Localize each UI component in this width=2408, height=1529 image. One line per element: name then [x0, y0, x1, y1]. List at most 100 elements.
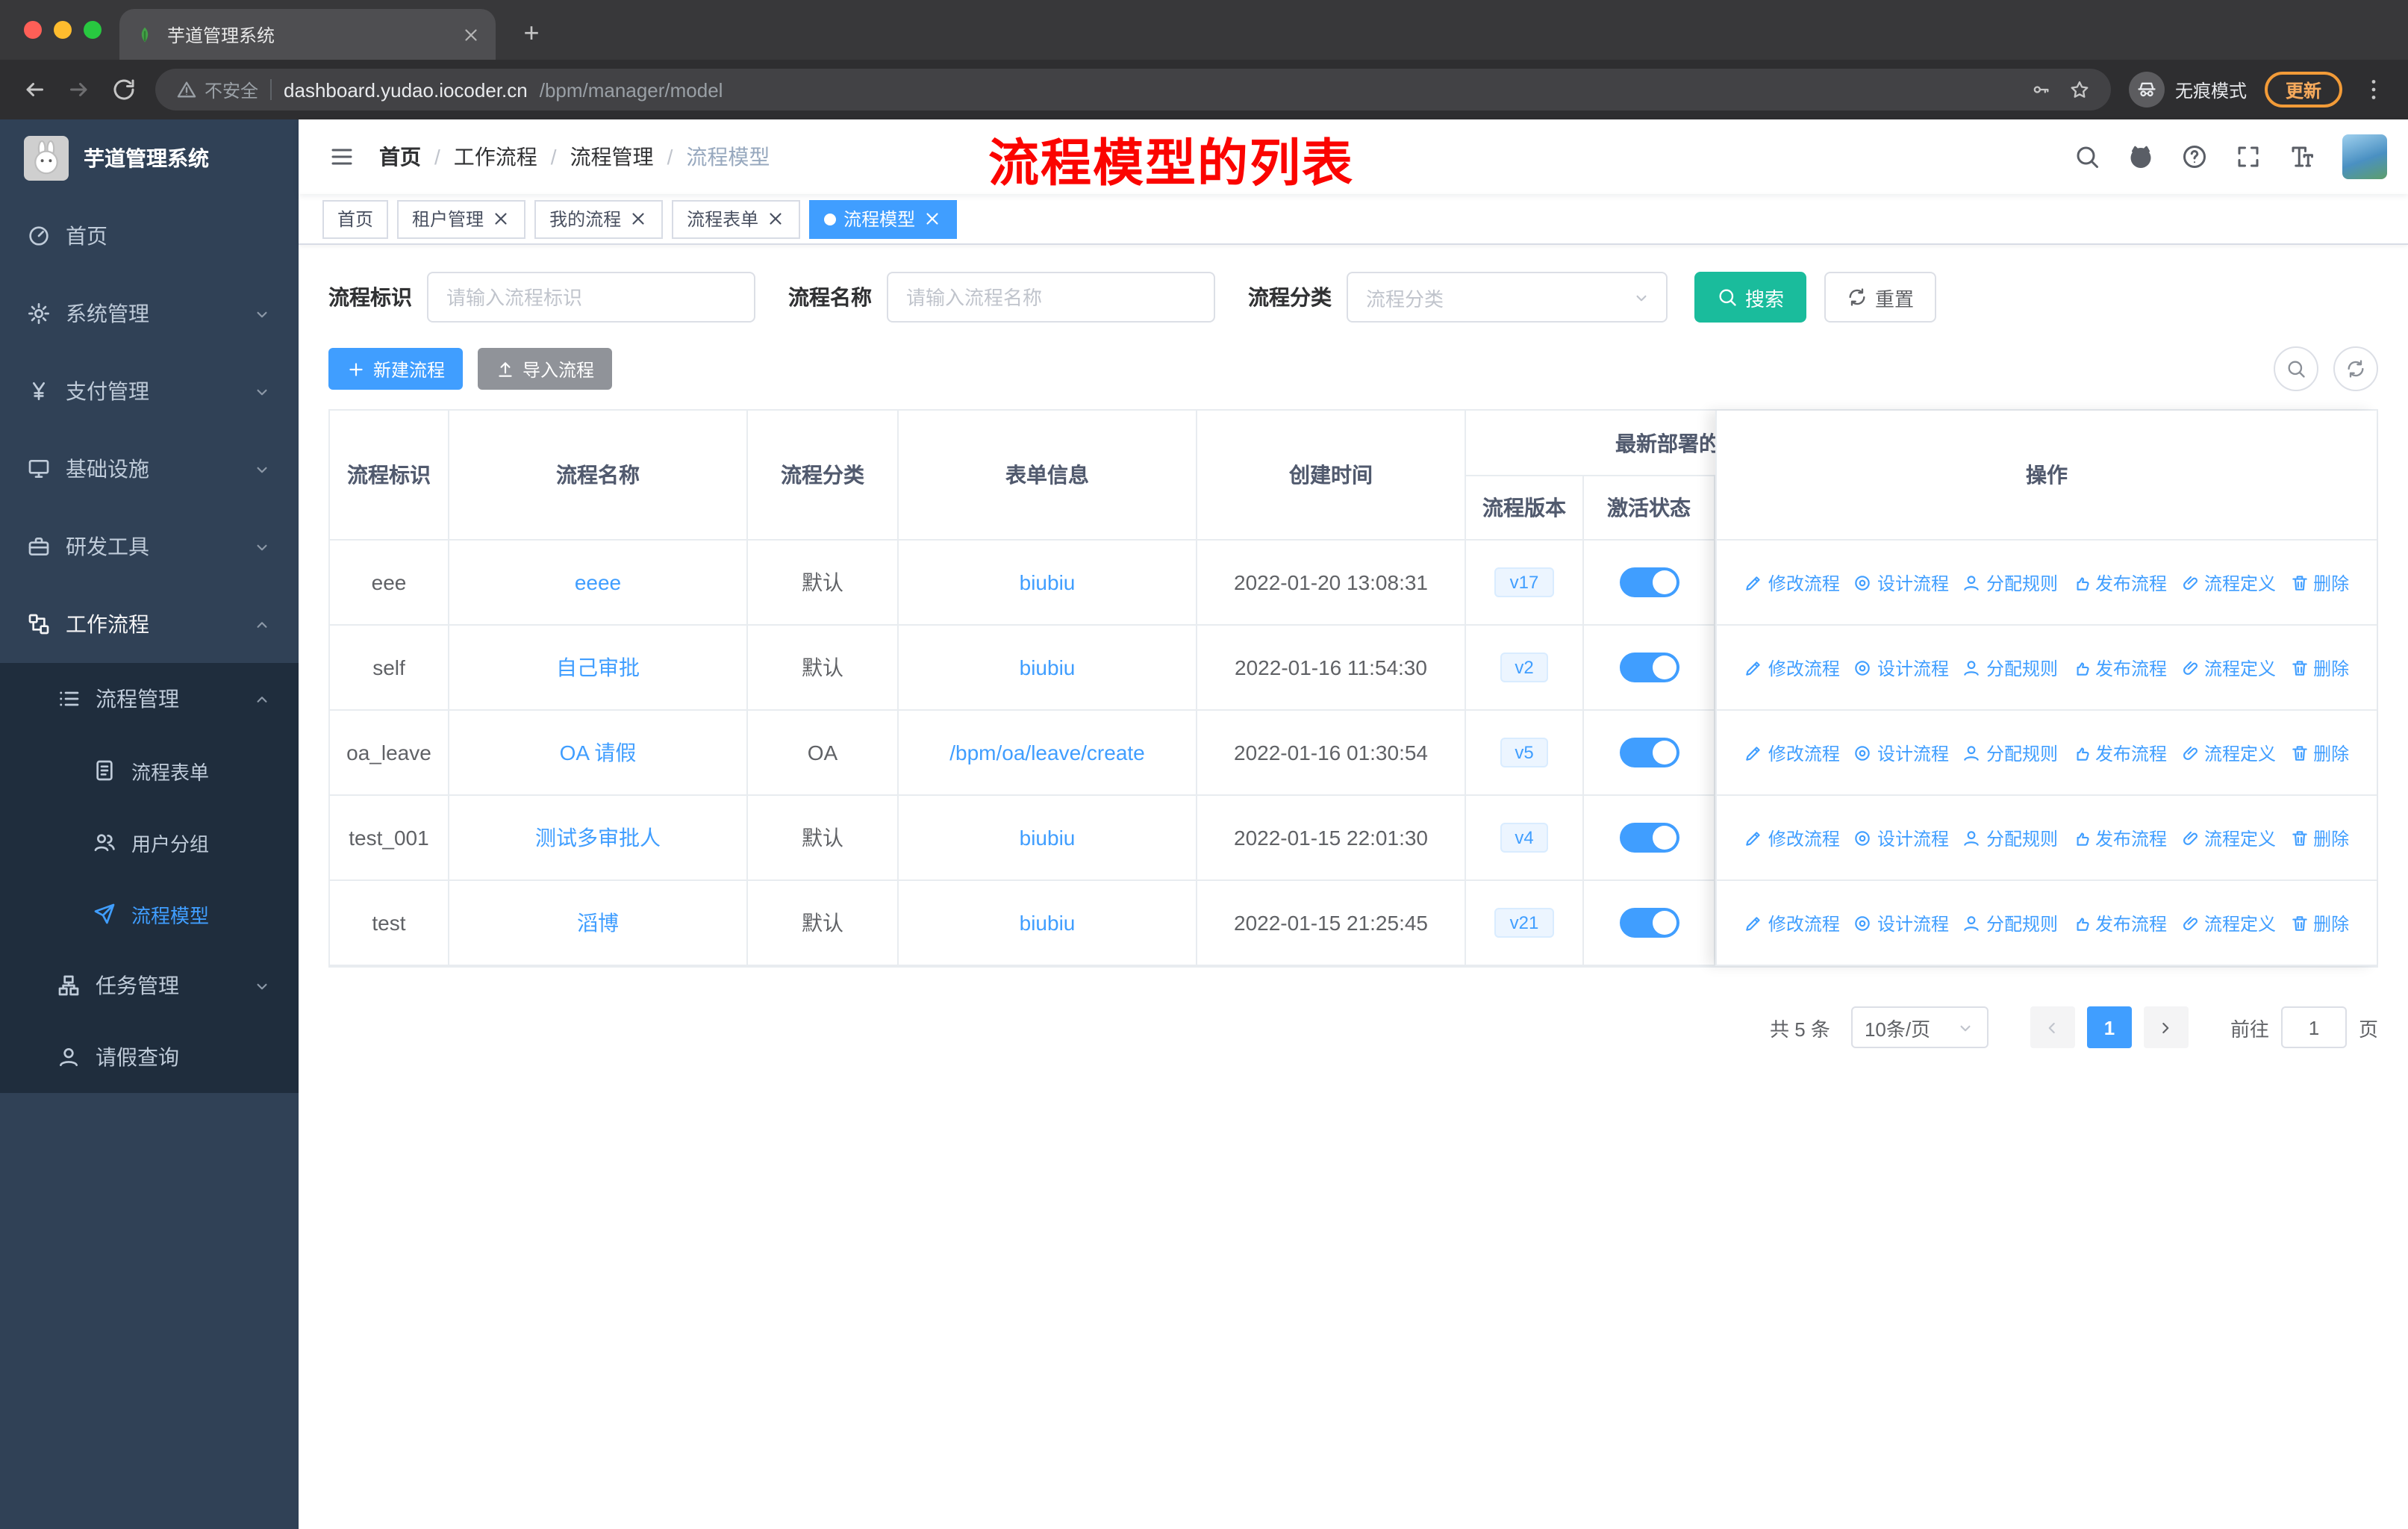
minimize-window-button[interactable] [54, 21, 72, 39]
help-icon[interactable] [2181, 143, 2208, 170]
sidebar-item-infra[interactable]: 基础设施 [0, 430, 299, 508]
op-definition-link[interactable]: 流程定义 [2180, 655, 2276, 680]
op-delete-link[interactable]: 删除 [2289, 570, 2349, 595]
cell-form-info[interactable]: biubiu [899, 796, 1197, 881]
cell-process-name[interactable]: eeee [449, 541, 748, 626]
cell-form-info[interactable]: biubiu [899, 541, 1197, 626]
tag-process-model[interactable]: 流程模型 [809, 199, 958, 238]
search-icon[interactable] [2074, 143, 2100, 170]
fullscreen-icon[interactable] [2235, 143, 2262, 170]
url-bar[interactable]: 不安全 dashboard.yudao.iocoder.cn/bpm/manag… [155, 69, 2111, 110]
op-edit-link[interactable]: 修改流程 [1744, 740, 1840, 765]
zoom-window-button[interactable] [84, 21, 102, 39]
reload-button[interactable] [110, 76, 137, 103]
op-design-link[interactable]: 设计流程 [1853, 740, 1949, 765]
sidebar-item-user-group[interactable]: 用户分组 [0, 806, 299, 878]
tag-home[interactable]: 首页 [322, 199, 389, 238]
op-publish-link[interactable]: 发布流程 [2071, 570, 2167, 595]
active-toggle[interactable] [1619, 653, 1679, 682]
op-design-link[interactable]: 设计流程 [1853, 825, 1949, 850]
tag-process-form[interactable]: 流程表单 [672, 199, 801, 238]
next-page-button[interactable] [2143, 1006, 2189, 1048]
sidebar-item-system[interactable]: 系统管理 [0, 275, 299, 352]
key-icon[interactable] [2030, 79, 2051, 100]
browser-tab[interactable]: 芋道管理系统 [119, 9, 496, 60]
op-delete-link[interactable]: 删除 [2289, 740, 2349, 765]
category-select[interactable]: 流程分类 [1347, 272, 1668, 323]
op-assign-link[interactable]: 分配规则 [1962, 740, 2058, 765]
bookmark-star-icon[interactable] [2069, 79, 2090, 100]
op-edit-link[interactable]: 修改流程 [1744, 655, 1840, 680]
cell-form-info[interactable]: biubiu [899, 881, 1197, 966]
op-assign-link[interactable]: 分配规则 [1962, 910, 2058, 935]
op-delete-link[interactable]: 删除 [2289, 655, 2349, 680]
op-publish-link[interactable]: 发布流程 [2071, 655, 2167, 680]
process-id-input[interactable] [427, 272, 755, 323]
prev-page-button[interactable] [2030, 1006, 2075, 1048]
op-delete-link[interactable]: 删除 [2289, 825, 2349, 850]
cell-process-name[interactable]: OA 请假 [449, 711, 748, 796]
active-toggle[interactable] [1619, 908, 1679, 938]
op-design-link[interactable]: 设计流程 [1853, 570, 1949, 595]
op-publish-link[interactable]: 发布流程 [2071, 910, 2167, 935]
op-assign-link[interactable]: 分配规则 [1962, 570, 2058, 595]
op-design-link[interactable]: 设计流程 [1853, 655, 1949, 680]
sidebar-item-task-mgmt[interactable]: 任务管理 [0, 950, 299, 1021]
op-publish-link[interactable]: 发布流程 [2071, 825, 2167, 850]
op-edit-link[interactable]: 修改流程 [1744, 570, 1840, 595]
sidebar-item-process-model[interactable]: 流程模型 [0, 878, 299, 950]
sidebar-item-devtools[interactable]: 研发工具 [0, 508, 299, 585]
sidebar-item-process-form[interactable]: 流程表单 [0, 735, 299, 806]
tag-tenant[interactable]: 租户管理 [397, 199, 526, 238]
op-edit-link[interactable]: 修改流程 [1744, 910, 1840, 935]
goto-page-input[interactable] [2280, 1006, 2347, 1048]
browser-menu-button[interactable] [2360, 76, 2387, 103]
reset-button[interactable]: 重置 [1824, 272, 1937, 323]
user-avatar[interactable] [2342, 134, 2387, 179]
cell-form-info[interactable]: /bpm/oa/leave/create [899, 711, 1197, 796]
cell-process-name[interactable]: 滔博 [449, 881, 748, 966]
tab-close-icon[interactable] [461, 25, 481, 44]
sidebar-item-leave-query[interactable]: 请假查询 [0, 1021, 299, 1093]
cell-form-info[interactable]: biubiu [899, 626, 1197, 711]
breadcrumb-home[interactable]: 首页 [379, 142, 421, 172]
op-definition-link[interactable]: 流程定义 [2180, 740, 2276, 765]
security-indicator[interactable]: 不安全 [176, 77, 258, 102]
page-number-1[interactable]: 1 [2086, 1006, 2132, 1048]
hamburger-icon[interactable] [319, 143, 364, 170]
sidebar-item-process-mgmt[interactable]: 流程管理 [0, 663, 299, 735]
show-search-toggle-button[interactable] [2274, 346, 2318, 391]
github-icon[interactable] [2127, 143, 2154, 170]
sidebar-item-payment[interactable]: 支付管理 [0, 352, 299, 430]
active-toggle[interactable] [1619, 567, 1679, 597]
process-name-input[interactable] [887, 272, 1215, 323]
op-assign-link[interactable]: 分配规则 [1962, 825, 2058, 850]
import-process-button[interactable]: 导入流程 [478, 348, 613, 390]
create-process-button[interactable]: 新建流程 [328, 348, 464, 390]
refresh-table-button[interactable] [2333, 346, 2378, 391]
sidebar-item-workflow[interactable]: 工作流程 [0, 585, 299, 663]
forward-button[interactable] [66, 76, 93, 103]
active-toggle[interactable] [1619, 738, 1679, 767]
close-icon[interactable] [628, 209, 648, 228]
op-assign-link[interactable]: 分配规则 [1962, 655, 2058, 680]
op-definition-link[interactable]: 流程定义 [2180, 570, 2276, 595]
tag-my-process[interactable]: 我的流程 [534, 199, 664, 238]
close-icon[interactable] [923, 209, 942, 228]
page-size-select[interactable]: 10条/页 [1850, 1006, 1989, 1048]
close-icon[interactable] [491, 209, 511, 228]
op-publish-link[interactable]: 发布流程 [2071, 740, 2167, 765]
op-delete-link[interactable]: 删除 [2289, 910, 2349, 935]
close-window-button[interactable] [24, 21, 42, 39]
new-tab-button[interactable]: + [511, 12, 552, 54]
op-edit-link[interactable]: 修改流程 [1744, 825, 1840, 850]
op-definition-link[interactable]: 流程定义 [2180, 825, 2276, 850]
back-button[interactable] [21, 76, 48, 103]
font-size-icon[interactable] [2289, 143, 2315, 170]
breadcrumb-process-mgmt[interactable]: 流程管理 [570, 142, 654, 172]
sidebar-item-home[interactable]: 首页 [0, 197, 299, 275]
search-button[interactable]: 搜索 [1694, 272, 1807, 323]
cell-process-name[interactable]: 自己审批 [449, 626, 748, 711]
op-definition-link[interactable]: 流程定义 [2180, 910, 2276, 935]
op-design-link[interactable]: 设计流程 [1853, 910, 1949, 935]
